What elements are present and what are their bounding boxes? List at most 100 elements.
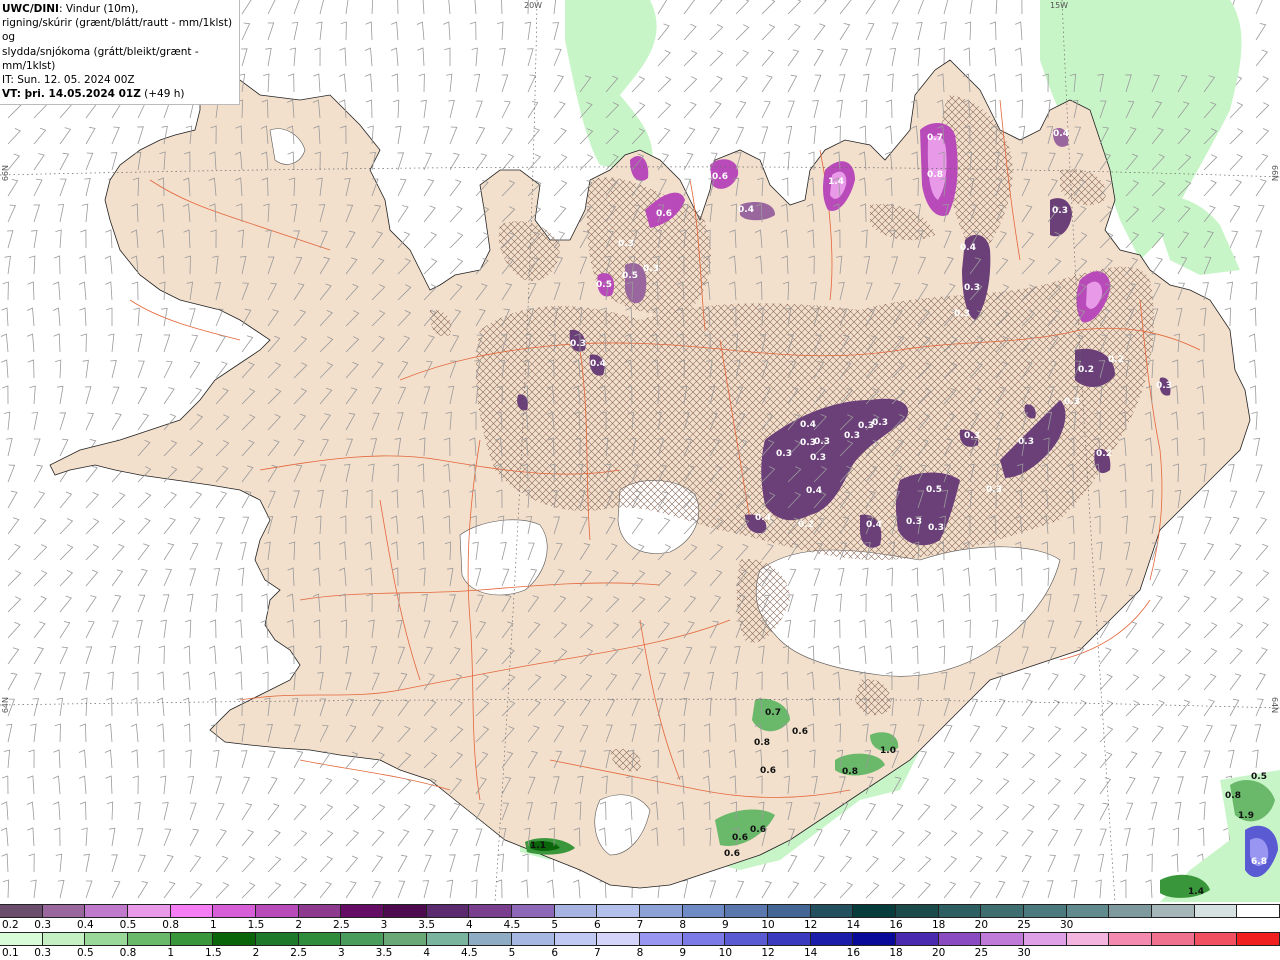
colorbar-tick-label: 0.1 (2, 947, 19, 959)
colorbar-tick-label: 0.5 (76, 947, 94, 959)
info-desc-2: rigning/skúrir (grænt/blátt/rautt - mm/1… (2, 17, 233, 44)
info-desc-1: : Vindur (10m), (58, 3, 139, 15)
colorbar-swatch (896, 905, 939, 917)
rain-colorbar (0, 932, 1280, 946)
colorbar-swatch (810, 933, 854, 945)
colorbar-tick-label: 6 (593, 919, 601, 931)
colorbar-swatch (512, 905, 555, 917)
snow-value-label: 0.3 (872, 418, 888, 428)
colorbar-tick-label: 14 (846, 919, 861, 931)
colorbar-tick-label: 20 (931, 947, 946, 959)
colorbar-tick-label: 3 (380, 919, 388, 931)
colorbar-tick-label: 8 (679, 919, 686, 931)
snow-value-label: 0.3 (986, 485, 1002, 495)
colorbar-swatch (640, 905, 683, 917)
snow-value-label: 0.6 (712, 172, 728, 182)
snow-value-label: 0.3 (776, 449, 792, 459)
colorbar-tick-label: 1 (209, 919, 217, 931)
colorbar-tick-label: 10 (761, 919, 775, 931)
colorbar-swatch (1024, 933, 1067, 945)
snow-value-label: 0.2 (1096, 449, 1112, 459)
colorbar-tick-label: 8 (636, 947, 644, 959)
colorbar-tick-label: 18 (889, 947, 903, 959)
colorbar-tick-label: 16 (846, 947, 861, 959)
snow-value-label: 0.4 (755, 513, 771, 523)
rain-value-label: 1.1 (530, 841, 546, 851)
colorbar-tick-label: 6 (551, 947, 558, 959)
colorbar-tick-label: 30 (1059, 919, 1074, 931)
snow-value-label: 0.3 (1052, 206, 1068, 216)
rain-value-label: 0.6 (724, 849, 740, 859)
colorbar-swatch (469, 933, 513, 945)
colorbar-swatch (341, 933, 385, 945)
info-line-1: UWC/DINI: Vindur (10m), (2, 2, 236, 16)
colorbar-swatch (1066, 905, 1110, 917)
snow-value-label: 0.8 (927, 170, 943, 180)
colorbar-tick-label: 2 (252, 947, 260, 959)
graticule-label-20w: 20W (524, 1, 543, 10)
colorbar-tick-label: 2 (295, 919, 302, 931)
colorbar-swatch (170, 933, 214, 945)
rain-colorbar-ticks: 0.1 0.3 0.5 0.8 1 1.5 2 2.5 3 3.5 4 4.5 5 6 7 8 9 10 12 14 1… (0, 947, 1280, 959)
colorbar-swatch (1194, 905, 1238, 917)
colorbar-swatch (597, 933, 641, 945)
snow-value-label: 0.5 (596, 280, 612, 290)
colorbar-tick-label: 16 (889, 919, 903, 931)
colorbar-tick-label: 0.3 (34, 947, 52, 959)
colorbar-swatch (725, 905, 769, 917)
colorbar-tick-label: 0.4 (76, 919, 94, 931)
colorbar-swatch (981, 905, 1025, 917)
colorbar-swatch (170, 905, 214, 917)
snow-value-label: 0.3 (844, 431, 860, 441)
colorbar-tick-label: 4.5 (503, 919, 521, 931)
colorbar-tick-label: 2.5 (332, 919, 350, 931)
colorbar-swatch (0, 905, 43, 917)
colorbar-swatch (1194, 933, 1238, 945)
colorbar-tick-label: 25 (974, 947, 989, 959)
colorbar-swatch (768, 933, 811, 945)
snow-value-label: 0.3 (906, 517, 922, 527)
snow-value-label: 0.4 (800, 420, 816, 430)
colorbar-tick-label: 30 (1017, 947, 1031, 959)
colorbar-swatch (298, 905, 342, 917)
colorbar-tick-label: 0.8 (162, 919, 180, 931)
colorbar-tick-label: 7 (593, 947, 601, 959)
colorbar-swatch (384, 905, 427, 917)
colorbar-swatch (469, 905, 513, 917)
rain-value-label: 0.5 (1251, 772, 1267, 782)
colorbar-tick-label: 3 (337, 947, 345, 959)
colorbar-swatch (426, 905, 470, 917)
colorbar-swatch (725, 933, 769, 945)
rain-value-label: 1.0 (880, 746, 896, 756)
rain-value-label: 0.8 (754, 738, 770, 748)
colorbar-swatch (1109, 933, 1153, 945)
graticule-label-left-mid: 66N (1, 165, 10, 182)
rain-value-label: 0.8 (1225, 791, 1241, 801)
colorbar-tick-label: 0.5 (119, 919, 137, 931)
colorbar-tick-label: 4 (465, 919, 473, 931)
colorbar-tick-label: 12 (803, 919, 818, 931)
colorbar-swatch (554, 905, 598, 917)
graticule-label-right-low: 64N (1270, 697, 1279, 714)
colorbar-tick-label: 12 (761, 947, 775, 959)
snow-value-label: 0.3 (954, 309, 970, 319)
colorbar-tick-label: 20 (974, 919, 989, 931)
snow-value-label: 0.3 (964, 283, 980, 293)
snow-value-label: 0.4 (960, 243, 976, 253)
snow-value-label: 0.3 (810, 453, 826, 463)
colorbar-tick-label: 5 (508, 947, 516, 959)
forecast-offset: (+49 h) (140, 88, 185, 101)
colorbar-tick-label: 1.5 (247, 919, 265, 931)
snow-value-label: 0.5 (622, 271, 638, 281)
colorbar-swatch (1152, 905, 1195, 917)
snow-value-label: 0.2 (1108, 355, 1124, 365)
snow-value-label: 0.3 (1156, 381, 1172, 391)
colorbar-swatch (256, 905, 299, 917)
colorbar-tick-label: 7 (636, 919, 644, 931)
weather-map: 0.3 0.6 0.4 0.5 0.6 0.4 0.3 1.4 0.7 0.8 0.4 0.3 0.3 0… (0, 0, 1280, 902)
colorbar-swatch (896, 933, 939, 945)
colorbar-tick-label: 3.5 (375, 947, 393, 959)
colorbar-swatch (42, 933, 86, 945)
snow-value-label: 0.2 (1078, 365, 1094, 375)
snow-colorbar (0, 904, 1280, 918)
